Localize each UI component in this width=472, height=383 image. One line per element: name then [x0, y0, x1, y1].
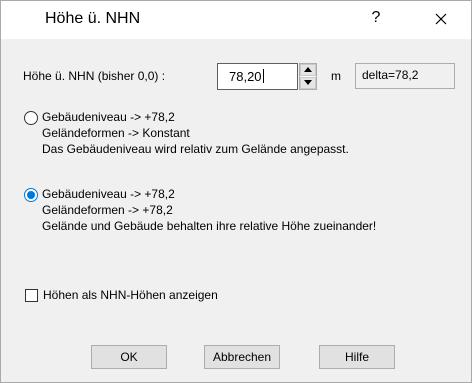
spin-down-button[interactable] [300, 77, 316, 89]
option-2-line-3: Gelände und Gebäude behalten ihre relati… [42, 219, 377, 233]
help-icon[interactable]: ? [366, 9, 386, 27]
delta-field: delta=78,2 [355, 63, 455, 89]
text-caret [262, 69, 264, 83]
ok-button[interactable]: OK [91, 345, 167, 369]
show-nhn-heights-label: Höhen als NHN-Höhen anzeigen [43, 288, 218, 302]
delta-text: delta=78,2 [362, 68, 419, 82]
option-1-line-1: Gebäudeniveau -> +78,2 [42, 110, 175, 124]
title-bar: Höhe ü. NHN ? [1, 1, 471, 39]
arrow-down-icon [304, 80, 312, 85]
unit-label: m [331, 69, 341, 83]
window-title: Höhe ü. NHN [45, 10, 141, 27]
cancel-button[interactable]: Abbrechen [204, 345, 280, 369]
height-label: Höhe ü. NHN (bisher 0,0) : [23, 69, 166, 83]
height-value-input[interactable]: 78,20 [217, 63, 298, 90]
spin-up-button[interactable] [300, 64, 316, 76]
height-value-text: 78,20 [229, 69, 262, 84]
option-terrain-constant-radio[interactable] [24, 111, 38, 125]
option-1-line-3: Das Gebäudeniveau wird relativ zum Gelän… [42, 142, 349, 156]
option-2-line-1: Gebäudeniveau -> +78,2 [42, 187, 175, 201]
option-keep-relative-radio[interactable] [24, 188, 38, 202]
height-spinner [299, 63, 317, 90]
show-nhn-heights-checkbox[interactable] [25, 289, 38, 302]
help-button[interactable]: Hilfe [319, 345, 395, 369]
option-2-line-2: Geländeformen -> +78,2 [42, 203, 173, 217]
close-icon[interactable] [428, 6, 454, 32]
dialog-window: Höhe ü. NHN ? Höhe ü. NHN (bisher 0,0) :… [0, 0, 472, 383]
arrow-up-icon [304, 67, 312, 72]
option-1-line-2: Geländeformen -> Konstant [42, 126, 190, 140]
